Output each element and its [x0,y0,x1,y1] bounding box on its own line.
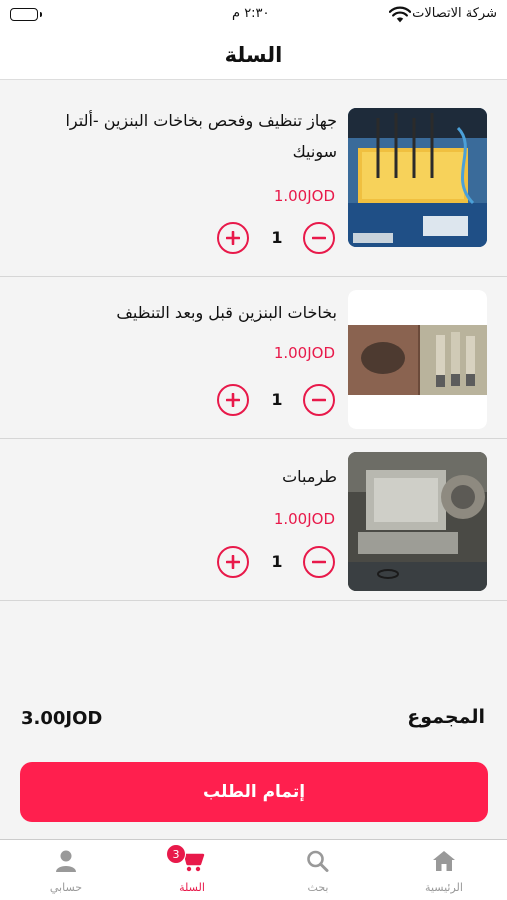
decrease-quantity-button[interactable] [303,222,335,254]
total-label: المجموع [407,706,485,728]
battery-icon [10,8,42,21]
minus-icon [312,560,326,564]
cart-total: المجموع 3.00JOD [0,706,507,736]
cart-count-badge: 3 [166,844,186,864]
tab-label: الرئيسية [425,881,463,894]
product-price: 1.00JOD [273,510,335,528]
cart-list: جهاز تنظيف وفحص بخاخات البنزين -ألترا سو… [0,81,507,601]
quantity-value: 1 [271,390,283,409]
tab-home[interactable]: الرئيسية [381,840,507,900]
tab-search[interactable]: بحث [255,840,381,900]
product-price: 1.00JOD [273,344,335,362]
product-name[interactable]: طرمبات [37,461,337,492]
product-image[interactable] [348,290,487,429]
minus-icon [312,236,326,240]
home-icon [433,851,455,871]
tab-label: حسابي [49,881,83,894]
search-icon [307,850,329,872]
cart-item: بخاخات البنزين قبل وبعد التنظيف 1.00JOD … [0,277,507,439]
tab-account[interactable]: حسابي [3,840,129,900]
plus-icon [226,393,240,407]
product-name[interactable]: بخاخات البنزين قبل وبعد التنظيف [37,297,337,328]
product-image[interactable] [348,452,487,591]
page-title: السلة [224,42,283,67]
status-time: ٢:٣٠ م [232,6,270,21]
minus-icon [312,398,326,402]
cart-item: طرمبات 1.00JOD 1 [0,439,507,601]
nav-header: السلة [0,30,507,80]
product-price: 1.00JOD [273,187,335,205]
product-image[interactable] [348,108,487,247]
status-bar: ٢:٣٠ م شركة الاتصالات [0,0,507,30]
increase-quantity-button[interactable] [217,384,249,416]
tab-cart[interactable]: 3 السلة [129,840,255,900]
total-value: 3.00JOD [21,708,103,729]
product-name[interactable]: جهاز تنظيف وفحص بخاخات البنزين -ألترا سو… [37,105,337,167]
bottom-tab-bar: الرئيسية بحث 3 السلة حسابي [0,839,507,900]
tab-label: بحث [307,881,329,894]
quantity-value: 1 [271,228,283,247]
cart-item: جهاز تنظيف وفحص بخاخات البنزين -ألترا سو… [0,81,507,277]
user-icon [56,850,76,872]
increase-quantity-button[interactable] [217,546,249,578]
decrease-quantity-button[interactable] [303,546,335,578]
quantity-value: 1 [271,552,283,571]
increase-quantity-button[interactable] [217,222,249,254]
plus-icon [226,231,240,245]
tab-label: السلة [179,881,205,894]
wifi-icon [389,6,411,23]
checkout-button[interactable]: إتمام الطلب [20,762,488,822]
plus-icon [226,555,240,569]
carrier-name: شركة الاتصالات [412,6,497,21]
decrease-quantity-button[interactable] [303,384,335,416]
